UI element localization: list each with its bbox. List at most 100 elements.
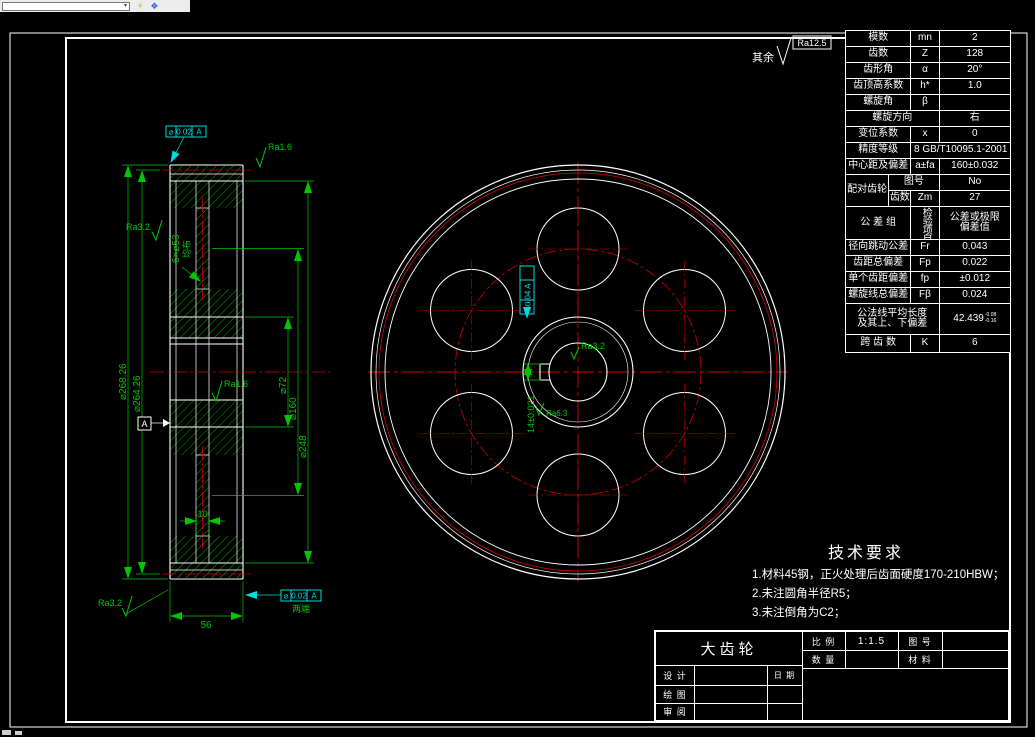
tolerance-row: 单个齿距偏差 fp ±0.012 bbox=[844, 271, 1012, 288]
span-teeth-symbol: K bbox=[910, 334, 940, 353]
paired-drawing-no-label: 图号 bbox=[888, 174, 940, 191]
param-value bbox=[938, 94, 1012, 111]
normal-length-label-l2: 及其上、下偏差 bbox=[857, 318, 928, 329]
tol-hub-frame: ⌀0.04 A bbox=[524, 283, 533, 311]
param-label: 模数 bbox=[844, 30, 912, 47]
chevron-down-icon: ▾ bbox=[123, 3, 127, 9]
param-value: 右 bbox=[938, 110, 1012, 127]
divider bbox=[942, 632, 943, 668]
tol-bottom-symbol: ⌀ bbox=[284, 592, 289, 601]
param-symbol: a±fa bbox=[910, 158, 940, 175]
datum-label: A bbox=[141, 419, 147, 429]
tolerance-item-header: 检验项目代号 bbox=[910, 206, 940, 240]
dim-holes-label: 6×⌀53 bbox=[171, 234, 182, 263]
tolerance-row: 齿距总偏差 Fp 0.022 bbox=[844, 255, 1012, 272]
param-row: 齿数 Z 128 bbox=[844, 46, 1012, 63]
tolerance-value: 0.043 bbox=[938, 239, 1012, 256]
dim-holes-note: 均布 bbox=[181, 240, 192, 258]
param-label: 变位系数 bbox=[844, 126, 912, 143]
dim-pitch-label: ⌀264.26 bbox=[132, 375, 143, 412]
paired-drawing-no-value: No bbox=[938, 174, 1012, 191]
app-toolbar-fragment: ▾ ⚡ ❖ bbox=[0, 0, 190, 12]
tolerance-symbol: fp bbox=[910, 271, 940, 288]
param-value: 2 bbox=[938, 30, 1012, 47]
param-symbol: x bbox=[910, 126, 940, 143]
review-label: 审 阅 bbox=[663, 707, 687, 717]
tolerance-symbol: Fp bbox=[910, 255, 940, 272]
dim-bolt-circle-label: ⌀160 bbox=[288, 397, 299, 420]
design-label: 设 计 bbox=[663, 670, 687, 681]
normal-length-number: 42.439 bbox=[953, 313, 984, 325]
divider bbox=[802, 668, 1008, 669]
paired-gear-label: 配对齿轮 bbox=[844, 174, 890, 207]
tolerance-symbol: Fβ bbox=[910, 287, 940, 304]
param-row: 变位系数 x 0 bbox=[844, 126, 1012, 143]
draw-label: 绘 图 bbox=[663, 689, 687, 700]
param-label: 中心距及偏差 bbox=[844, 158, 912, 175]
param-symbol: α bbox=[910, 62, 940, 79]
quantity-label: 数 量 bbox=[811, 654, 836, 665]
datum-flag: A bbox=[137, 416, 170, 431]
toolbar-bolt-icon[interactable]: ⚡ bbox=[137, 1, 143, 11]
normal-length-row: 公法线平均长度 及其上、下偏差 42.439 -0.08 -0.16 bbox=[845, 303, 1012, 335]
param-label: 精度等级 bbox=[844, 142, 912, 159]
roughness-ra32-left: Ra3.2 bbox=[126, 222, 150, 232]
dim-rim-label: ⌀248 bbox=[298, 435, 309, 458]
param-row: 螺旋角 β bbox=[844, 94, 1012, 111]
span-teeth-row: 跨 齿 数 K 6 bbox=[844, 334, 1012, 353]
paired-teeth-symbol: Zm bbox=[910, 190, 940, 207]
gear-parameter-table: 模数 mn 2 齿数 Z 128 齿形角 α 20° 齿顶高系数 h* 1.0 … bbox=[844, 30, 1012, 353]
divider bbox=[694, 665, 695, 720]
scale-label: 比 例 bbox=[811, 636, 836, 647]
tolerance-value: 0.024 bbox=[938, 287, 1012, 304]
tolerance-value: 0.022 bbox=[938, 255, 1012, 272]
param-symbol: h* bbox=[910, 78, 940, 95]
tech-req-line: 3.未注倒角为C2； bbox=[752, 607, 846, 619]
param-symbol: mn bbox=[910, 30, 940, 47]
dim-hub-label: ⌀72 bbox=[278, 376, 289, 394]
param-row: 齿顶高系数 h* 1.0 bbox=[844, 78, 1012, 95]
normal-length-lower-dev: -0.16 bbox=[984, 317, 997, 324]
toolbar-diamond-icon[interactable]: ❖ bbox=[150, 1, 158, 11]
param-value: 20° bbox=[938, 62, 1012, 79]
param-value: 160±0.032 bbox=[938, 158, 1012, 175]
param-row: 中心距及偏差 a±fa 160±0.032 bbox=[844, 158, 1012, 175]
material-label: 材 料 bbox=[908, 654, 932, 665]
param-symbol: β bbox=[910, 94, 940, 111]
tolerance-value-header-l2: 偏差值 bbox=[959, 222, 990, 233]
roughness-ra32-bottom: Ra3.2 bbox=[98, 598, 122, 608]
tolerance-value-header: 公差或极限 偏差值 bbox=[938, 206, 1012, 240]
roughness-ra16-top: Ra1.6 bbox=[268, 142, 292, 152]
roughness-ra32-front: Ra3.2 bbox=[581, 341, 605, 351]
dim-web-label: 10 bbox=[197, 509, 207, 519]
paired-gear-row: 配对齿轮 图号 No bbox=[844, 174, 1012, 207]
layer-dropdown[interactable]: ▾ bbox=[2, 1, 130, 11]
tolerance-label: 螺旋线总偏差 bbox=[844, 287, 912, 304]
tol-top-datum: A bbox=[196, 128, 202, 137]
param-label: 齿形角 bbox=[844, 62, 912, 79]
date-label: 日 期 bbox=[773, 670, 796, 680]
param-row: 齿形角 α 20° bbox=[844, 62, 1012, 79]
roughness-ra16-bore: Ra1.6 bbox=[224, 379, 248, 389]
tolerance-label: 径向跳动公差 bbox=[844, 239, 912, 256]
tol-top-value: 0.02 bbox=[176, 128, 192, 137]
tech-req-line: 1.材料45钢，正火处理后齿面硬度170-210HBW； bbox=[752, 569, 1005, 581]
paired-teeth-label: 齿数 bbox=[888, 190, 912, 207]
tolerance-label: 齿距总偏差 bbox=[844, 255, 912, 272]
dim-keyway-label: 14±0.021 bbox=[526, 396, 536, 433]
title-block: 大齿轮 设 计 绘 图 审 阅 日 期 比 例 1:1.5 图 号 数 量 材 … bbox=[654, 630, 1010, 722]
front-view bbox=[368, 162, 788, 582]
normal-length-value: 42.439 -0.08 -0.16 bbox=[938, 303, 1012, 335]
roughness-ra63-keyway: Ra6.3 bbox=[546, 409, 568, 418]
part-name: 大齿轮 bbox=[700, 641, 758, 658]
tolerance-value: ±0.012 bbox=[938, 271, 1012, 288]
tol-top-symbol: ⌀ bbox=[169, 128, 174, 137]
scale-value: 1:1.5 bbox=[857, 635, 886, 647]
tech-req-line: 2.未注圆角半径R5； bbox=[752, 588, 857, 600]
normal-length-label: 公法线平均长度 及其上、下偏差 bbox=[845, 303, 940, 335]
general-surface-note: 其余 Ra12.5 bbox=[752, 35, 832, 66]
tol-bottom-value: 0.02 bbox=[291, 592, 307, 601]
surface-note-prefix: 其余 bbox=[752, 50, 774, 64]
left-section-view bbox=[150, 164, 330, 580]
dim-od-label: ⌀268.26 bbox=[118, 363, 129, 400]
